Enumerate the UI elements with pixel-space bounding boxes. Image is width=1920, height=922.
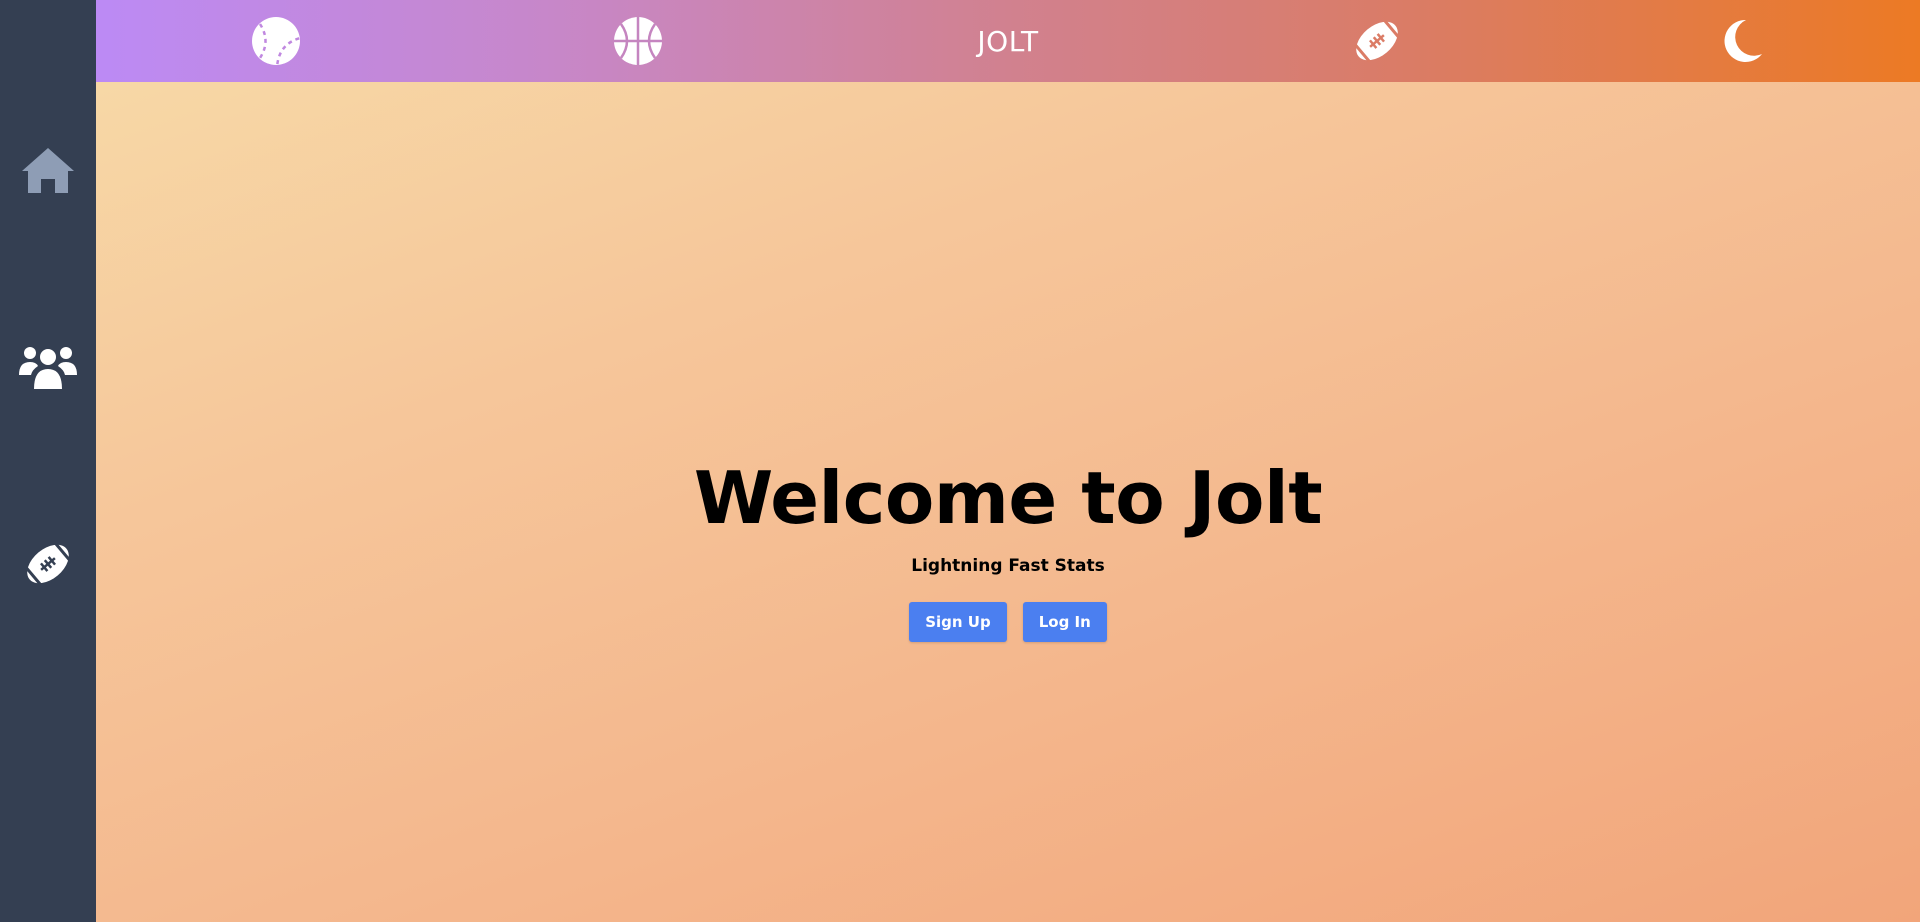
hero-title: Welcome to Jolt <box>693 456 1323 540</box>
football-icon <box>1354 19 1400 63</box>
basketball-icon <box>614 17 662 65</box>
sidebar-item-home[interactable] <box>0 130 96 210</box>
app-root: JOLT Welcome to Jolt Lightning Fast Stat… <box>0 0 1920 922</box>
sidebar <box>0 0 96 922</box>
brand-text[interactable]: JOLT <box>977 25 1038 58</box>
nav-football[interactable] <box>1349 0 1405 82</box>
users-icon <box>19 347 77 389</box>
sign-up-button[interactable]: Sign Up <box>909 602 1007 642</box>
auth-buttons: Sign Up Log In <box>96 602 1920 642</box>
sidebar-item-users[interactable] <box>0 326 96 406</box>
top-nav-bar: JOLT <box>96 0 1920 82</box>
hero-section: Welcome to Jolt Lightning Fast Stats Sig… <box>96 462 1920 642</box>
main-content: Welcome to Jolt Lightning Fast Stats Sig… <box>96 82 1920 922</box>
nav-basketball[interactable] <box>610 0 666 82</box>
hero-tagline: Lightning Fast Stats <box>911 556 1105 576</box>
baseball-icon <box>252 17 300 65</box>
theme-toggle[interactable] <box>1714 0 1770 82</box>
moon-icon <box>1724 19 1762 62</box>
home-icon <box>22 148 74 193</box>
nav-baseball[interactable] <box>248 0 304 82</box>
football-icon <box>25 542 71 586</box>
brand-title: JOLT <box>96 0 1920 82</box>
log-in-button[interactable]: Log In <box>1022 602 1107 642</box>
sidebar-item-football[interactable] <box>0 524 96 604</box>
